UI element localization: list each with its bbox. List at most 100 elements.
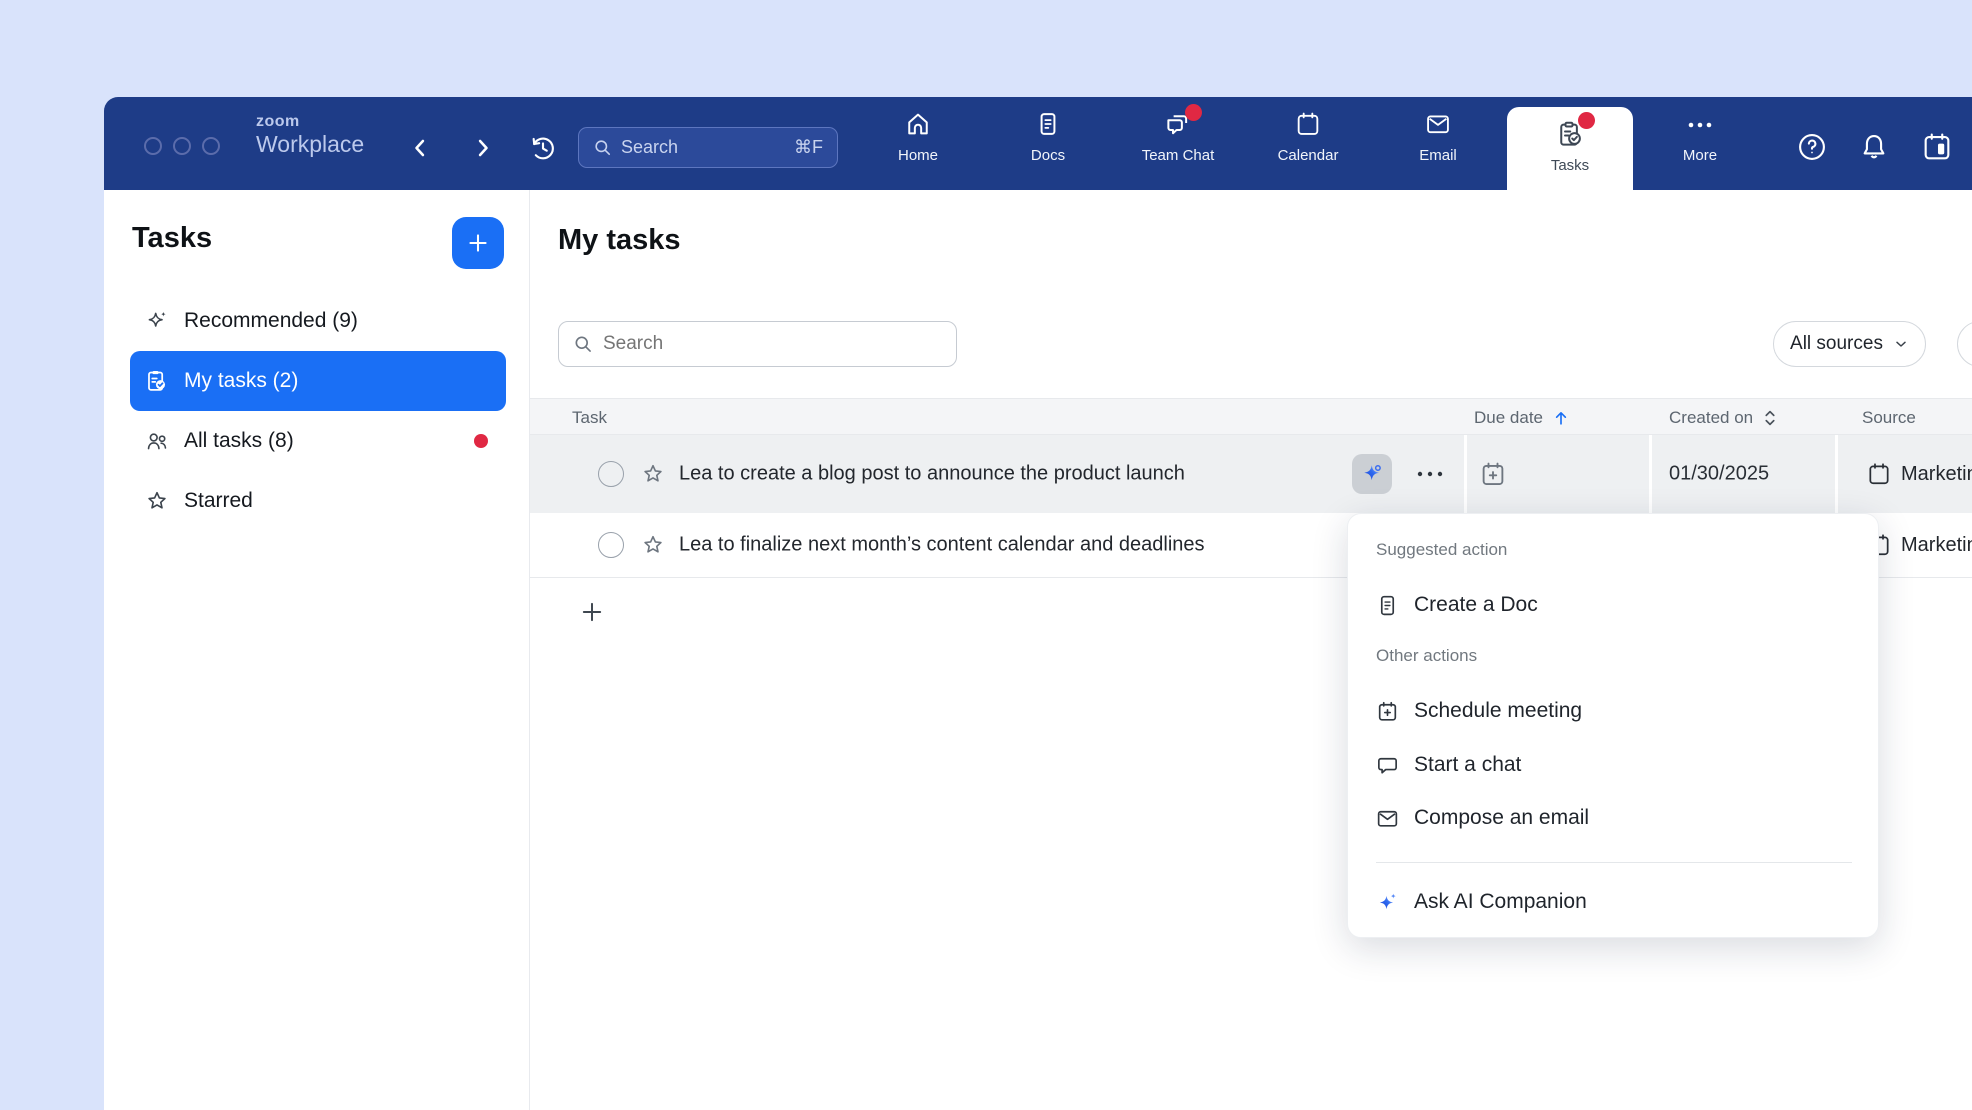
task-search-field[interactable] <box>558 321 957 367</box>
calendar-plus-icon <box>1478 459 1508 489</box>
row-more-actions-button[interactable] <box>1415 459 1455 489</box>
nav-tab-email[interactable]: Email <box>1383 110 1493 164</box>
task-actions-popup: Suggested action Create a Doc Other acti… <box>1347 513 1879 938</box>
sidebar-item-recommended[interactable]: Recommended (9) <box>130 291 506 351</box>
sidebar-title: Tasks <box>132 222 212 255</box>
sidebar-item-starred[interactable]: Starred <box>130 471 506 531</box>
column-header-created-on[interactable]: Created on <box>1669 399 1779 436</box>
help-icon <box>1795 130 1829 164</box>
search-icon <box>593 138 612 157</box>
window-minimize-button[interactable] <box>173 137 191 155</box>
tasks-badge <box>1578 112 1595 129</box>
nav-tab-home[interactable]: Home <box>863 110 973 164</box>
chevron-left-icon <box>406 134 434 162</box>
more-dots-icon <box>1685 110 1715 140</box>
column-header-source: Source <box>1862 399 1916 436</box>
history-button[interactable] <box>527 132 559 164</box>
chat-icon <box>1375 753 1400 778</box>
star-toggle[interactable] <box>640 532 666 558</box>
people-icon <box>144 428 170 454</box>
window-close-button[interactable] <box>144 137 162 155</box>
new-task-button[interactable] <box>452 217 504 269</box>
table-header: Task Due date Created on <box>530 398 1972 435</box>
clipped-filter-button[interactable] <box>1957 321 1972 367</box>
global-search-bar[interactable]: Search ⌘F <box>578 127 838 168</box>
ai-companion-action-button[interactable] <box>1352 454 1392 494</box>
nav-tab-more[interactable]: More <box>1645 110 1755 164</box>
source-cell: Marketing <box>1866 461 1972 487</box>
chevron-right-icon <box>469 134 497 162</box>
calendar-plus-icon <box>1375 699 1400 724</box>
popup-section-label: Other actions <box>1376 646 1477 666</box>
task-search-input[interactable] <box>603 333 942 355</box>
sort-toggle-icon[interactable] <box>1761 407 1779 429</box>
popup-section-label: Suggested action <box>1376 540 1507 560</box>
calendar-panel-button[interactable] <box>1920 130 1954 164</box>
calendar-icon <box>1294 110 1322 140</box>
ai-companion-icon <box>1375 890 1400 915</box>
calendar-panel-icon <box>1920 130 1954 164</box>
column-header-due-date[interactable]: Due date <box>1474 399 1571 436</box>
cell-divider <box>1649 435 1652 513</box>
sidebar-item-all-tasks[interactable]: All tasks (8) <box>130 411 506 471</box>
brand-zoom-text: zoom <box>256 113 364 131</box>
notifications-button[interactable] <box>1857 130 1891 164</box>
nav-tab-team-chat[interactable]: Team Chat <box>1123 110 1233 164</box>
ai-sparkle-icon <box>1359 461 1386 488</box>
add-due-date-button[interactable] <box>1478 459 1508 489</box>
search-icon <box>573 334 593 354</box>
content-area: Tasks Recommended (9) <box>104 190 1972 1110</box>
window-zoom-button[interactable] <box>202 137 220 155</box>
add-task-button[interactable] <box>578 597 608 627</box>
task-complete-toggle[interactable] <box>598 461 624 487</box>
team-chat-badge <box>1185 104 1202 121</box>
sort-arrow-up-icon[interactable] <box>1551 408 1571 428</box>
bell-icon <box>1857 130 1891 164</box>
window-controls <box>144 137 220 155</box>
menu-item-schedule-meeting[interactable]: Schedule meeting <box>1362 689 1866 733</box>
plus-icon <box>578 598 608 626</box>
nav-tab-docs[interactable]: Docs <box>993 110 1103 164</box>
tasks-sidebar: Tasks Recommended (9) <box>104 190 530 1110</box>
sidebar-item-my-tasks[interactable]: My tasks (2) <box>130 351 506 411</box>
nav-tab-tasks-active[interactable]: Tasks <box>1507 107 1633 190</box>
desktop-background: zoom Workplace <box>0 0 1972 1110</box>
task-title: Lea to finalize next month’s content cal… <box>679 534 1205 557</box>
popup-divider <box>1376 862 1852 863</box>
task-complete-toggle[interactable] <box>598 532 624 558</box>
app-window: zoom Workplace <box>104 97 1972 1110</box>
sparkle-icon <box>144 308 170 334</box>
menu-item-start-chat[interactable]: Start a chat <box>1362 743 1866 787</box>
task-title: Lea to create a blog post to announce th… <box>679 463 1185 486</box>
cell-divider <box>1464 435 1467 513</box>
home-icon <box>904 110 932 140</box>
forward-button[interactable] <box>469 134 497 162</box>
team-chat-icon <box>1163 110 1193 140</box>
help-button[interactable] <box>1795 130 1829 164</box>
nav-tab-calendar[interactable]: Calendar <box>1253 110 1363 164</box>
back-button[interactable] <box>406 134 434 162</box>
star-icon <box>144 488 170 514</box>
chevron-down-icon <box>1893 336 1909 352</box>
created-on-value: 01/30/2025 <box>1669 463 1769 486</box>
task-row-1[interactable]: Lea to create a blog post to announce th… <box>530 435 1972 513</box>
top-navbar: zoom Workplace <box>104 97 1972 190</box>
cell-divider <box>1835 435 1838 513</box>
zoom-workplace-logo: zoom Workplace <box>256 113 364 157</box>
all-tasks-badge <box>474 434 488 448</box>
page-title: My tasks <box>558 224 681 257</box>
docs-icon <box>1034 110 1062 140</box>
email-icon <box>1375 806 1400 831</box>
star-toggle[interactable] <box>640 461 666 487</box>
plus-icon <box>465 230 491 256</box>
brand-workplace-text: Workplace <box>256 131 364 157</box>
menu-item-ask-ai-companion[interactable]: Ask AI Companion <box>1362 880 1866 924</box>
my-tasks-clipboard-icon <box>144 368 170 394</box>
column-header-task: Task <box>572 399 607 436</box>
menu-item-compose-email[interactable]: Compose an email <box>1362 796 1866 840</box>
tasks-icon <box>1555 119 1585 149</box>
search-shortcut-hint: ⌘F <box>794 137 823 158</box>
source-filter-dropdown[interactable]: All sources <box>1773 321 1926 367</box>
calendar-icon <box>1866 461 1892 487</box>
menu-item-create-doc[interactable]: Create a Doc <box>1362 583 1866 627</box>
